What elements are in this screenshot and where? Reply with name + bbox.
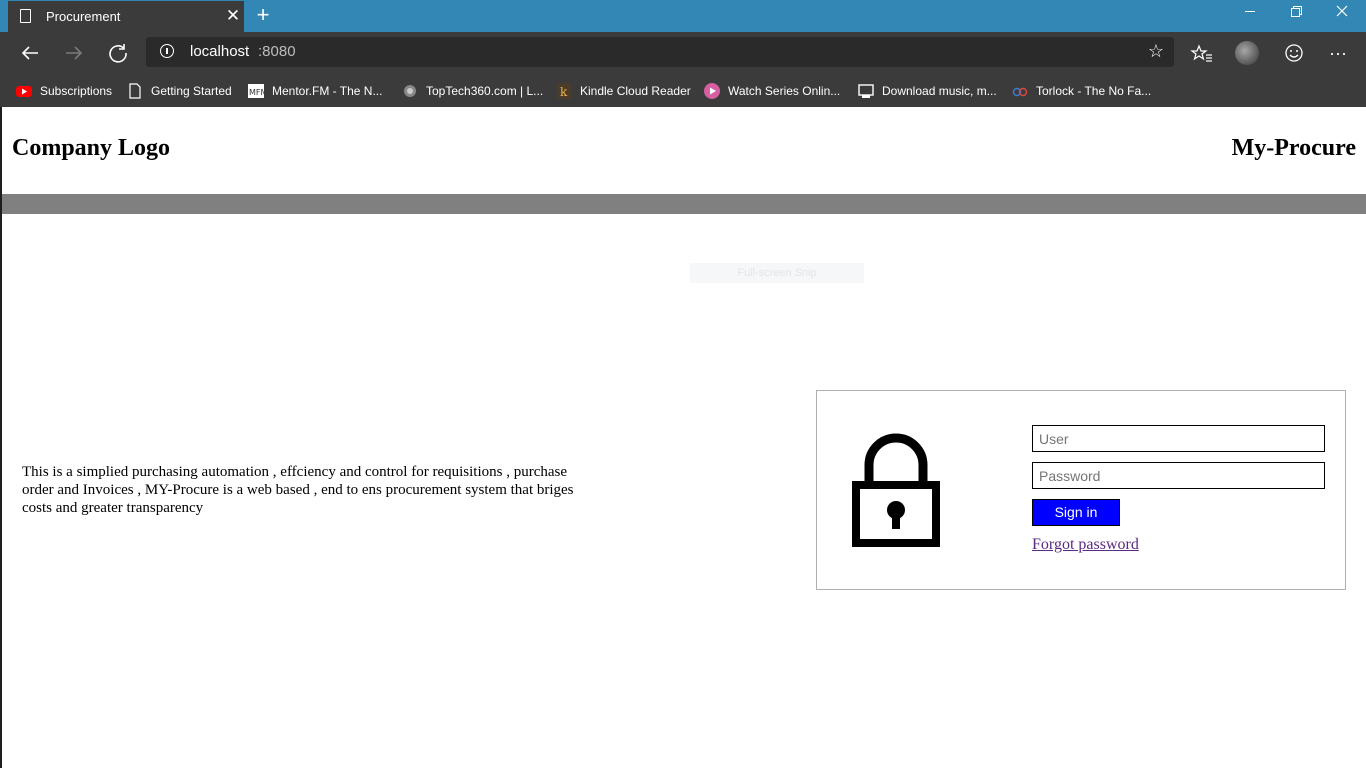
favorites-list-glyph: [1190, 44, 1212, 62]
address-bar[interactable]: localhost :8080 ☆: [146, 37, 1174, 67]
sign-in-button[interactable]: Sign in: [1032, 499, 1120, 526]
toptech-icon: [402, 83, 418, 99]
back-button[interactable]: [14, 38, 46, 68]
play-icon: [704, 83, 720, 99]
svg-text:k: k: [560, 85, 568, 99]
bookmark-torlock[interactable]: Torlock - The No Fa...: [1012, 81, 1151, 101]
bookmark-label: Download music, m...: [882, 84, 997, 98]
bookmark-toptech360[interactable]: TopTech360.com | L...: [402, 81, 543, 101]
more-menu-icon[interactable]: ···: [1322, 38, 1354, 68]
document-icon: [127, 83, 143, 99]
browser-tab-active[interactable]: Procurement ✕: [8, 1, 244, 32]
bookmark-download-music[interactable]: Download music, m...: [858, 81, 997, 101]
header-divider-bar: [2, 194, 1366, 214]
feedback-smiley-icon[interactable]: [1278, 38, 1310, 68]
forgot-password-link[interactable]: Forgot password: [1032, 536, 1139, 554]
minimize-icon: [1245, 11, 1255, 12]
forward-arrow-icon: [66, 46, 83, 60]
minimize-button[interactable]: [1228, 0, 1272, 26]
favorite-star-icon[interactable]: ☆: [1148, 41, 1164, 62]
restore-icon: [1291, 6, 1302, 17]
bookmark-getting-started[interactable]: Getting Started: [127, 81, 232, 101]
url-port: :8080: [258, 43, 296, 60]
bookmarks-bar: Subscriptions Getting Started MFM Mentor…: [0, 74, 1366, 107]
app-brand-title: My-Procure: [1231, 135, 1356, 161]
document-icon: [20, 9, 31, 23]
info-icon[interactable]: [160, 44, 174, 58]
forward-button[interactable]: [58, 38, 90, 68]
restore-button[interactable]: [1274, 0, 1318, 26]
bookmark-label: Kindle Cloud Reader: [580, 84, 691, 98]
torlock-icon: [1012, 83, 1028, 99]
snip-overlay-hint: Full-screen Snip: [690, 263, 864, 283]
bookmark-label: Getting Started: [151, 84, 232, 98]
bookmark-label: TopTech360.com | L...: [426, 84, 544, 98]
svg-text:MFM: MFM: [249, 88, 264, 97]
bookmark-label: Torlock - The No Fa...: [1036, 84, 1152, 98]
lock-icon: [852, 433, 940, 547]
profile-avatar[interactable]: [1235, 41, 1259, 65]
tab-title: Procurement: [46, 9, 121, 24]
close-window-button[interactable]: [1320, 0, 1364, 26]
back-arrow-icon: [21, 46, 38, 60]
refresh-icon: [109, 44, 127, 63]
bookmark-label: Subscriptions: [40, 84, 113, 98]
bookmark-kindle[interactable]: k Kindle Cloud Reader: [556, 81, 691, 101]
bookmark-label: Watch Series Onlin...: [728, 84, 841, 98]
bookmark-subscriptions[interactable]: Subscriptions: [16, 81, 112, 101]
smiley-glyph: [1285, 44, 1303, 62]
page-viewport: Company Logo My-Procure Full-screen Snip…: [0, 107, 1366, 768]
close-tab-icon[interactable]: ✕: [224, 5, 242, 27]
close-icon: [1336, 5, 1348, 17]
login-panel: Sign in Forgot password: [816, 390, 1346, 590]
bookmark-label: Mentor.FM - The N...: [272, 84, 383, 98]
company-logo[interactable]: Company Logo: [12, 135, 170, 162]
refresh-button[interactable]: [102, 38, 134, 68]
browser-toolbar: localhost :8080 ☆ ···: [0, 32, 1366, 74]
password-input[interactable]: [1032, 462, 1325, 489]
favorites-list-icon[interactable]: [1186, 38, 1218, 68]
user-input[interactable]: [1032, 425, 1325, 452]
kindle-icon: k: [556, 83, 572, 99]
mentorfm-icon: MFM: [248, 83, 268, 99]
bookmark-watch-series[interactable]: Watch Series Onlin...: [704, 81, 840, 101]
download-icon: [858, 83, 874, 99]
bookmark-mentorfm[interactable]: MFM Mentor.FM - The N...: [248, 81, 382, 101]
url-host: localhost: [190, 43, 250, 60]
browser-titlebar: Procurement ✕ +: [0, 0, 1366, 32]
app-description: This is a simplied purchasing automation…: [22, 464, 574, 516]
new-tab-button[interactable]: +: [252, 3, 274, 27]
youtube-icon: [16, 83, 32, 99]
